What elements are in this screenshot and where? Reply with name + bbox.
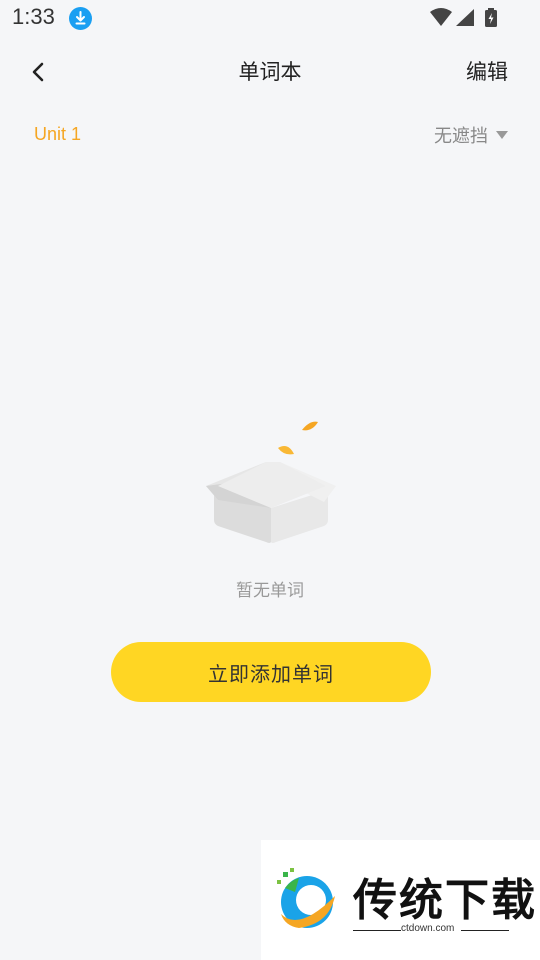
caret-down-icon <box>496 131 508 139</box>
watermark-url: ctdown.com <box>401 923 455 934</box>
chevron-left-icon <box>32 62 44 82</box>
empty-state-text: 暂无单词 <box>236 581 304 601</box>
back-button[interactable] <box>22 54 58 90</box>
mask-mode-label: 无遮挡 <box>434 126 488 147</box>
nav-bar: 单词本 编辑 <box>0 40 540 100</box>
download-icon <box>69 7 92 30</box>
watermark-divider <box>461 930 509 931</box>
battery-charging-icon <box>485 8 497 27</box>
wifi-icon <box>430 8 452 26</box>
signal-icon <box>456 9 474 26</box>
status-time: 1:33 <box>12 4 55 29</box>
status-bar: 1:33 <box>0 0 540 36</box>
page-title: 单词本 <box>238 60 302 84</box>
watermark: 传统下载 ctdown.com <box>261 840 540 960</box>
add-word-button[interactable]: 立即添加单词 <box>111 642 431 702</box>
mask-mode-dropdown[interactable]: 无遮挡 <box>434 122 508 148</box>
watermark-divider <box>353 930 401 931</box>
ctdown-logo-icon <box>277 868 335 928</box>
empty-box-icon <box>196 416 346 548</box>
watermark-title: 传统下载 <box>353 875 537 926</box>
edit-button[interactable]: 编辑 <box>466 56 508 86</box>
status-icons <box>430 6 500 30</box>
unit-selector[interactable]: Unit 1 <box>34 124 81 145</box>
